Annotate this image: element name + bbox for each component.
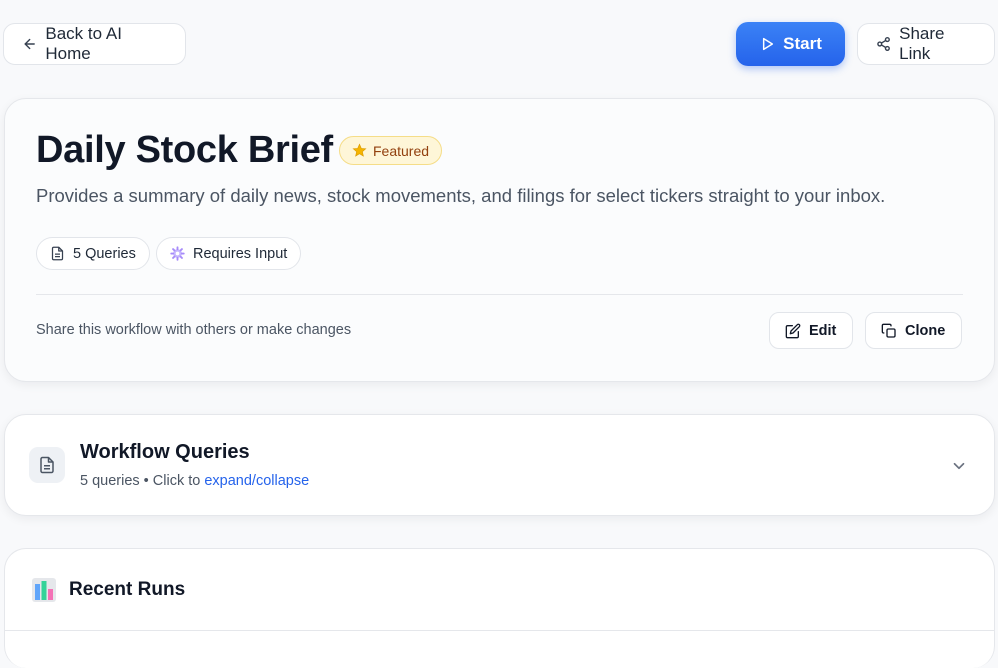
queries-separator-text: • Click to — [139, 473, 205, 489]
workflow-queries-section[interactable]: Workflow Queries 5 queries • Click to ex… — [4, 414, 995, 516]
divider — [5, 630, 994, 631]
recent-runs-title: Recent Runs — [69, 579, 186, 600]
expand-collapse-link[interactable]: expand/collapse — [204, 473, 309, 489]
start-button-label: Start — [783, 34, 822, 53]
edit-button-label: Edit — [809, 322, 837, 339]
recent-runs-section: Recent Runs — [4, 548, 995, 668]
divider — [36, 294, 963, 295]
gear-icon — [170, 246, 185, 261]
share-link-button[interactable]: Share Link — [857, 23, 995, 65]
arrow-left-icon — [24, 38, 35, 50]
page-title: Daily Stock Brief — [36, 129, 333, 171]
workflow-header-card: Daily Stock Brief Featured Provides a su… — [4, 98, 995, 382]
featured-badge: Featured — [339, 136, 443, 165]
queries-count-text: 5 queries — [80, 473, 140, 489]
share-hint-text: Share this workflow with others or make … — [36, 322, 352, 338]
document-icon — [40, 456, 54, 474]
clone-button[interactable]: Clone — [865, 312, 962, 349]
back-to-home-button[interactable]: Back to AI Home — [3, 23, 186, 65]
requires-input-label: Requires Input — [193, 245, 288, 262]
queries-icon-container — [29, 447, 65, 483]
queries-pill-label: 5 Queries — [73, 245, 136, 262]
queries-section-title: Workflow Queries — [80, 441, 250, 463]
requires-input-pill: Requires Input — [156, 237, 302, 270]
edit-icon — [785, 323, 801, 338]
play-icon — [763, 37, 774, 51]
bar-chart-icon — [32, 578, 56, 602]
star-icon — [352, 143, 367, 157]
share-button-label: Share Link — [899, 24, 945, 63]
share-icon — [877, 37, 890, 51]
clone-button-label: Clone — [905, 322, 946, 339]
queries-count-pill: 5 Queries — [36, 237, 150, 270]
edit-button[interactable]: Edit — [769, 312, 853, 349]
featured-badge-label: Featured — [373, 142, 430, 159]
chevron-down-icon[interactable] — [950, 457, 968, 475]
start-button[interactable]: Start — [736, 22, 845, 66]
copy-icon — [881, 323, 896, 338]
back-button-label: Back to AI Home — [45, 24, 122, 63]
queries-section-subtitle: 5 queries • Click to expand/collapse — [80, 473, 309, 489]
document-icon — [51, 246, 64, 261]
workflow-description: Provides a summary of daily news, stock … — [36, 185, 886, 206]
